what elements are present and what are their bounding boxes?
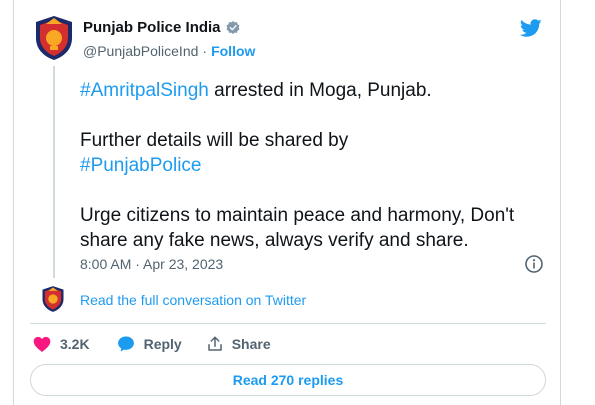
small-avatar[interactable]: [40, 285, 66, 313]
follow-button[interactable]: Follow: [211, 43, 255, 59]
handle-row: @PunjabPoliceInd · Follow: [83, 43, 255, 59]
like-button[interactable]: 3.2K: [32, 334, 90, 354]
divider: [30, 323, 546, 324]
verified-badge-icon: [226, 20, 239, 34]
reply-bubble-icon: [117, 336, 134, 352]
tweet-paragraph-2: Further details will be shared by #Punjab…: [80, 128, 550, 178]
tweet-timestamp[interactable]: 8:00 AM · Apr 23, 2023: [80, 256, 223, 272]
hashtag-link[interactable]: #PunjabPolice: [80, 155, 201, 176]
info-icon[interactable]: [524, 254, 544, 274]
author-name[interactable]: Punjab Police India: [83, 19, 221, 36]
separator-dot: ·: [202, 43, 208, 59]
tweet-paragraph-1: #AmritpalSingh arrested in Moga, Punjab.: [80, 78, 550, 103]
read-replies-button[interactable]: Read 270 replies: [30, 364, 546, 396]
like-count: 3.2K: [60, 336, 90, 352]
action-bar: 3.2K Reply Share: [32, 334, 271, 354]
reply-label: Reply: [143, 336, 182, 352]
author-handle[interactable]: @PunjabPoliceInd: [83, 43, 198, 59]
share-button[interactable]: Share: [206, 335, 271, 353]
read-full-conversation-link[interactable]: Read the full conversation on Twitter: [80, 292, 306, 308]
share-upload-icon: [207, 336, 222, 351]
tweet-card: Punjab Police India @PunjabPoliceInd · Fol…: [13, 0, 561, 405]
twitter-bird-icon[interactable]: [519, 17, 543, 39]
tweet-paragraph-3: Urge citizens to maintain peace and harm…: [80, 205, 515, 251]
reply-button[interactable]: Reply: [116, 334, 182, 354]
share-label: Share: [231, 336, 271, 352]
hashtag-link[interactable]: #AmritpalSingh: [80, 80, 209, 101]
heart-icon: [33, 336, 51, 352]
thread-line: [53, 66, 55, 278]
tweet-text-segment: Further details will be shared by: [80, 130, 349, 151]
tweet-text: #AmritpalSingh arrested in Moga, Punjab.…: [80, 78, 550, 253]
profile-avatar[interactable]: [32, 14, 76, 62]
author-name-row: Punjab Police India: [83, 19, 241, 36]
tweet-text-segment: arrested in Moga, Punjab.: [208, 80, 432, 101]
